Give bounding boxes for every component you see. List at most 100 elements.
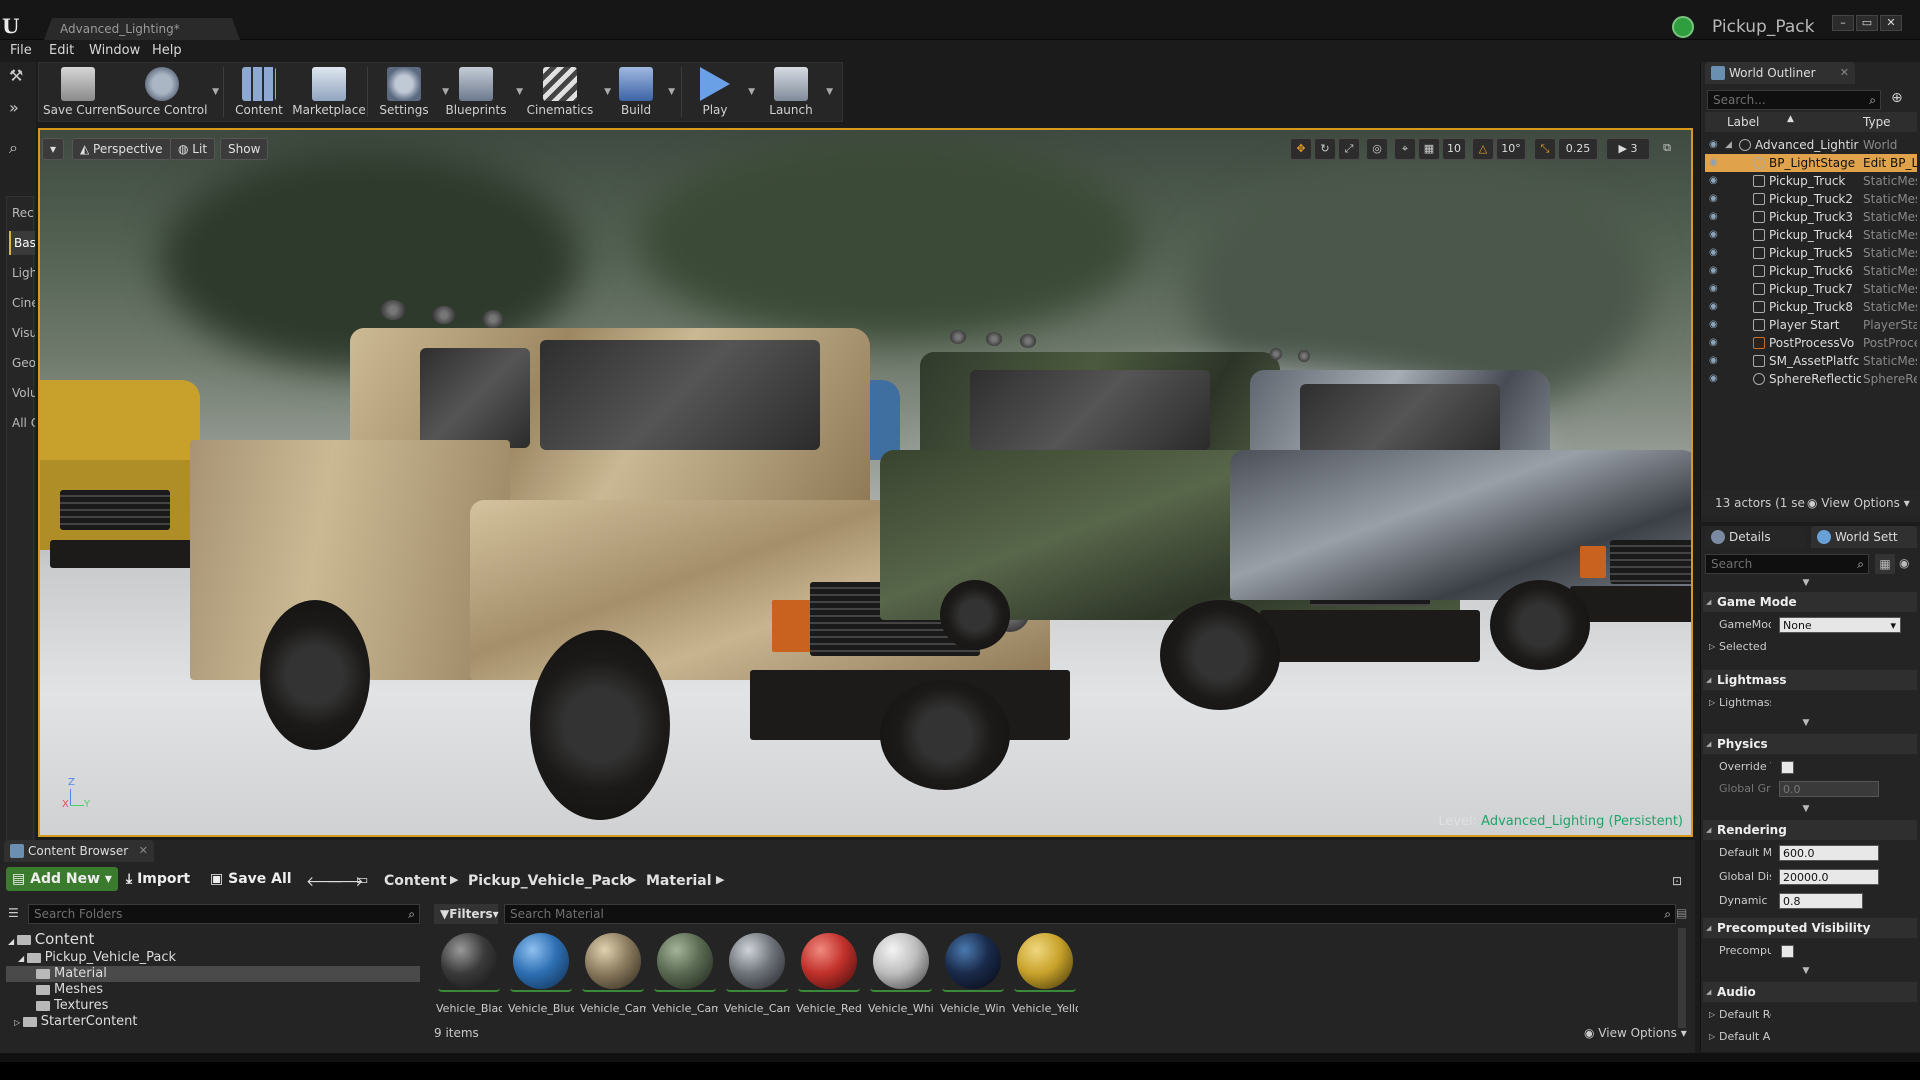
scale-snap-icon[interactable]: ⤡	[1534, 138, 1556, 160]
outliner-row[interactable]: ◉ ◢ Advanced_Lightir World	[1705, 136, 1917, 154]
search-icon[interactable]: ⌕	[9, 138, 27, 157]
tree-item-starter-content[interactable]: ▷ StarterContent	[14, 1014, 138, 1029]
mode-tab-basic[interactable]: Bas	[9, 231, 35, 255]
category-lightmass[interactable]: Lightmass	[1703, 670, 1917, 690]
blueprints-button[interactable]: Blueprints ▼	[443, 63, 523, 121]
mode-tab-lights[interactable]: Ligh	[9, 261, 35, 285]
grid-snap-value[interactable]: 10	[1442, 138, 1466, 160]
breadcrumb-content[interactable]: Content	[384, 873, 447, 889]
chevron-down-icon[interactable]: ▼	[1797, 966, 1815, 976]
mode-tab-all-classes[interactable]: All C	[9, 411, 35, 435]
visibility-eye-icon[interactable]: ◉	[1709, 280, 1718, 298]
content-button[interactable]: Content	[231, 63, 287, 121]
tab-world-settings[interactable]: World Sett	[1811, 526, 1917, 548]
sources-panel-icon[interactable]: ☰	[8, 906, 19, 920]
category-rendering[interactable]: Rendering	[1703, 820, 1917, 840]
property-matrix-icon[interactable]: ▦	[1875, 554, 1895, 574]
outliner-row[interactable]: ◉ SM_AssetPlatfc StaticMes	[1705, 352, 1917, 370]
asset-tile[interactable]: Vehicle_White	[868, 930, 934, 1015]
visibility-eye-icon[interactable]: ◉	[1709, 262, 1718, 280]
mode-tab-visual-effects[interactable]: Visu	[9, 321, 35, 345]
expand-icon[interactable]: »	[9, 98, 27, 117]
visibility-eye-icon[interactable]: ◉	[1709, 226, 1718, 244]
menu-window[interactable]: Window	[89, 43, 140, 58]
add-actor-icon[interactable]: ⊕	[1891, 90, 1903, 106]
dynamic-indirect-input[interactable]: 0.8	[1779, 893, 1863, 909]
visibility-eye-icon[interactable]: ◉	[1709, 370, 1718, 388]
scale-icon[interactable]: ⤢	[1338, 138, 1360, 160]
expand-arrow-icon[interactable]: ▷	[1709, 1004, 1715, 1026]
chevron-down-icon[interactable]: ▼	[748, 87, 755, 97]
category-game-mode[interactable]: Game Mode	[1703, 592, 1917, 612]
import-button[interactable]: ⤓ Import	[120, 867, 196, 891]
property-default-ambient[interactable]: ▷ Default Am	[1703, 1026, 1917, 1048]
search-folders-input[interactable]: Search Folders ⌕	[28, 904, 420, 924]
lit-button[interactable]: ◍ Lit	[170, 138, 216, 160]
chevron-down-icon[interactable]: ▼	[604, 87, 611, 97]
tab-world-outliner[interactable]: World Outliner ✕	[1705, 62, 1855, 84]
close-icon[interactable]: ✕	[139, 840, 148, 862]
asset-tile[interactable]: Vehicle_Red	[796, 930, 862, 1015]
outliner-row[interactable]: ◉ Pickup_Truck3 StaticMes	[1705, 208, 1917, 226]
chevron-down-icon[interactable]: ▼	[516, 87, 523, 97]
visibility-eye-icon[interactable]: ◉	[1709, 298, 1718, 316]
visibility-eye-icon[interactable]: ◉	[1709, 244, 1718, 262]
launch-button[interactable]: Launch ▼	[763, 63, 833, 121]
outliner-row[interactable]: ◉ Pickup_Truck7 StaticMes	[1705, 280, 1917, 298]
maximize-viewport-icon[interactable]: ⧉	[1656, 138, 1678, 160]
global-gravity-input[interactable]: 0.0	[1779, 781, 1879, 797]
lock-icon[interactable]: ⊡	[1672, 874, 1682, 888]
expand-arrow-icon[interactable]: ▷	[1709, 1026, 1715, 1048]
menu-file[interactable]: File	[10, 43, 32, 58]
outliner-row[interactable]: ◉ Pickup_Truck5 StaticMes	[1705, 244, 1917, 262]
scale-snap-value[interactable]: 0.25	[1558, 138, 1598, 160]
precompute-visibility-checkbox[interactable]	[1781, 945, 1794, 958]
visibility-eye-icon[interactable]: ◉	[1709, 154, 1718, 172]
tab-content-browser[interactable]: Content Browser ✕	[4, 840, 154, 862]
world-local-icon[interactable]: ◎	[1366, 138, 1388, 160]
visibility-options-icon[interactable]: ◉	[1899, 556, 1909, 570]
tree-item-textures[interactable]: Textures	[36, 998, 108, 1013]
asset-tile[interactable]: Vehicle_Blue	[508, 930, 574, 1015]
minimize-button[interactable]: –	[1832, 15, 1854, 31]
category-precomputed-visibility[interactable]: Precomputed Visibility	[1703, 918, 1917, 938]
expand-arrow-icon[interactable]: ◢	[1725, 136, 1732, 154]
mode-tab-recent[interactable]: Rec	[9, 201, 35, 225]
expand-arrow-icon[interactable]: ▷	[14, 1018, 23, 1027]
level-viewport[interactable]: ▾ ◭ Perspective ◍ Lit Show ✥ ↻ ⤢ ◎ ⌖ ▦ 1…	[38, 128, 1693, 837]
outliner-row[interactable]: ◉ SphereReflectic SphereRef	[1705, 370, 1917, 388]
surface-snap-icon[interactable]: ⌖	[1394, 138, 1416, 160]
place-mode-icon[interactable]: ⚒	[9, 66, 27, 85]
show-button[interactable]: Show	[220, 138, 269, 160]
add-new-button[interactable]: ▤ Add New ▾	[6, 867, 118, 891]
visibility-eye-icon[interactable]: ◉	[1709, 334, 1718, 352]
folder-open-icon[interactable]: ▭	[356, 873, 368, 888]
rotation-snap-icon[interactable]: △	[1472, 138, 1494, 160]
breadcrumb-material[interactable]: Material	[646, 873, 712, 889]
rotation-snap-value[interactable]: 10°	[1496, 138, 1526, 160]
maximize-button[interactable]: ▭	[1856, 15, 1878, 31]
asset-tile[interactable]: Vehicle_Windows	[940, 930, 1006, 1015]
chevron-down-icon[interactable]: ▼	[826, 87, 833, 97]
sort-ascending-icon[interactable]: ▲	[1787, 114, 1794, 124]
default-max-distance-input[interactable]: 600.0	[1779, 845, 1879, 861]
breadcrumb-arrow-icon[interactable]: ▶	[628, 873, 636, 886]
marketplace-button[interactable]: Marketplace	[289, 63, 369, 121]
mode-tab-volumes[interactable]: Volu	[9, 381, 35, 405]
tree-item-content[interactable]: ◢ Content	[8, 930, 94, 948]
close-icon[interactable]: ✕	[1840, 62, 1849, 84]
visibility-eye-icon[interactable]: ◉	[1709, 136, 1718, 154]
translate-icon[interactable]: ✥	[1290, 138, 1312, 160]
asset-tile[interactable]: Vehicle_Black	[436, 930, 502, 1015]
menu-help[interactable]: Help	[152, 43, 182, 58]
perspective-button[interactable]: ◭ Perspective	[72, 138, 171, 160]
visibility-eye-icon[interactable]: ◉	[1709, 172, 1718, 190]
chevron-down-icon[interactable]: ▼	[668, 87, 675, 97]
chevron-down-icon[interactable]: ▼	[1797, 804, 1815, 814]
rotate-icon[interactable]: ↻	[1314, 138, 1336, 160]
play-button[interactable]: Play ▼	[689, 63, 755, 121]
outliner-row[interactable]: ◉ Pickup_Truck StaticMes	[1705, 172, 1917, 190]
mode-tab-geometry[interactable]: Geo	[9, 351, 35, 375]
outliner-row[interactable]: ◉ Player Start PlayerStar	[1705, 316, 1917, 334]
outliner-row-selected[interactable]: ◉ BP_LightStage Edit BP_L	[1705, 154, 1917, 172]
